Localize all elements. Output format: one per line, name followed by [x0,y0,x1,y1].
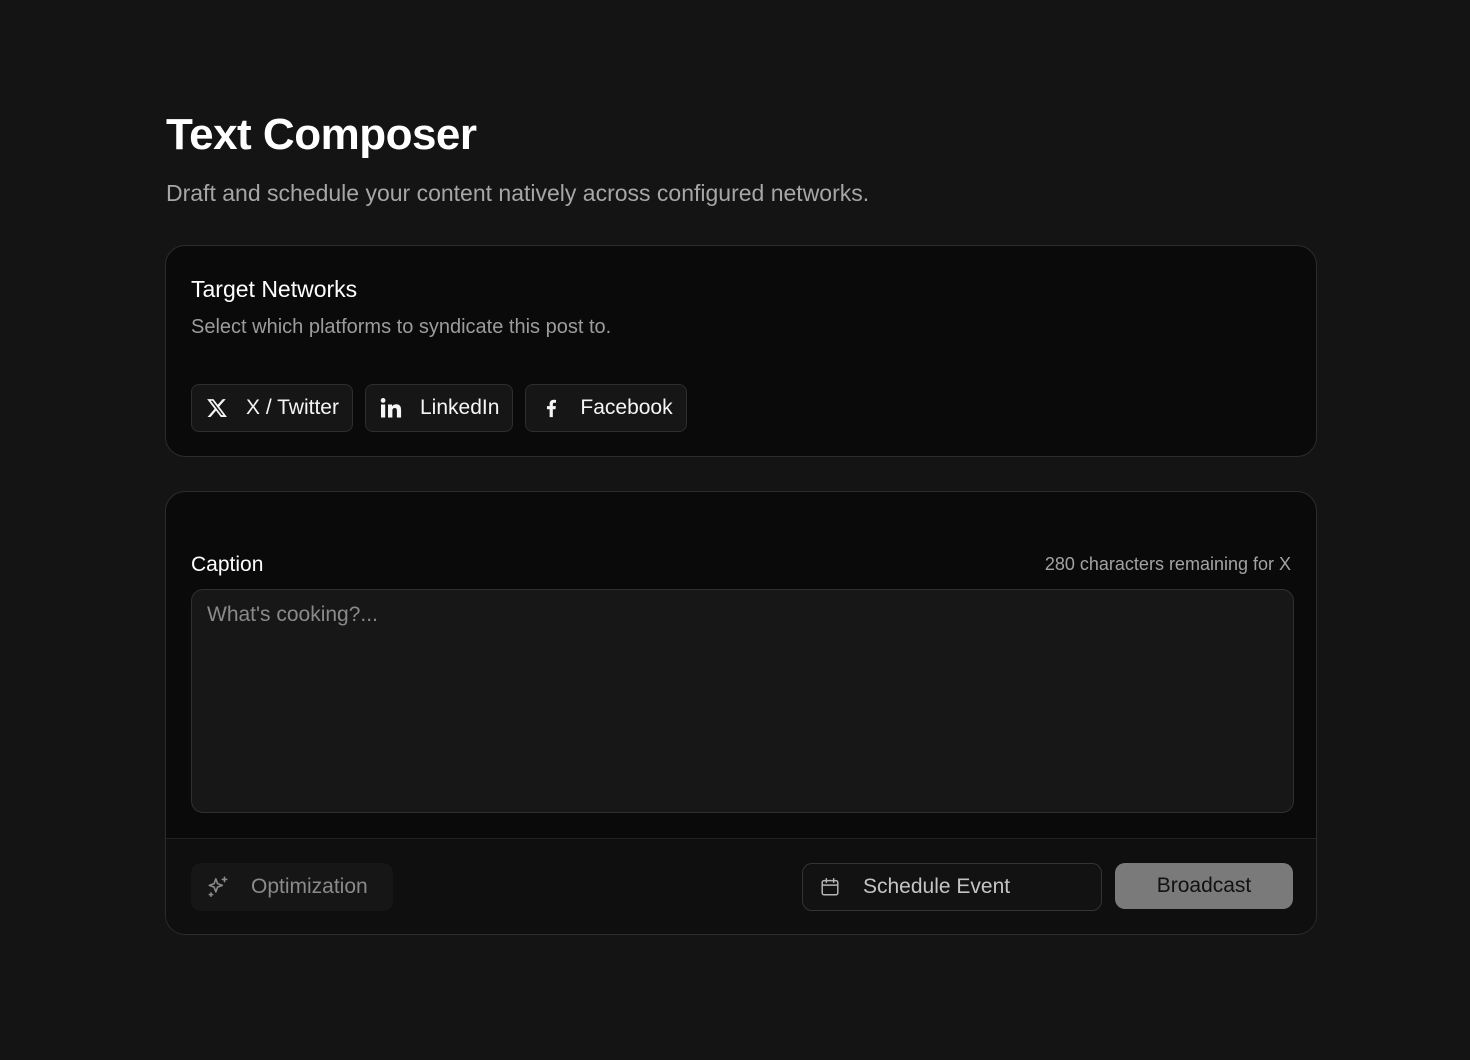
composer-card: Caption 280 characters remaining for X O… [165,491,1317,935]
network-chip-label: LinkedIn [419,396,500,419]
optimization-label: Optimization [251,875,368,898]
schedule-event-button[interactable]: Schedule Event [802,863,1102,911]
text-composer-page: Text Composer Draft and schedule your co… [0,0,1470,1060]
x-twitter-icon [204,395,230,421]
caption-input[interactable] [191,589,1294,813]
network-chip-x-twitter[interactable]: X / Twitter [191,384,353,432]
network-chip-facebook[interactable]: Facebook [525,384,687,432]
broadcast-label: Broadcast [1156,874,1252,897]
page-title: Text Composer [166,110,477,159]
caption-label: Caption [191,553,264,576]
linkedin-icon [378,395,404,421]
page-header: Text Composer Draft and schedule your co… [166,108,869,208]
optimization-button[interactable]: Optimization [191,863,393,911]
network-chip-label: Facebook [580,396,673,419]
target-networks-title: Target Networks [191,276,358,302]
network-chip-list: X / Twitter LinkedIn Facebook [191,384,687,432]
network-chip-label: X / Twitter [246,396,339,419]
calendar-icon [818,875,842,899]
facebook-icon [538,395,564,421]
target-networks-description: Select which platforms to syndicate this… [191,316,612,338]
composer-footer: Optimization Schedule Event Broadcast [166,838,1316,934]
broadcast-button[interactable]: Broadcast [1115,863,1293,909]
network-chip-linkedin[interactable]: LinkedIn [364,384,514,432]
page-subtitle: Draft and schedule your content natively… [166,180,870,206]
sparkles-icon [205,874,231,900]
schedule-event-label: Schedule Event [863,875,1011,898]
target-networks-card: Target Networks Select which platforms t… [165,245,1317,457]
character-count: 280 characters remaining for X [1044,554,1291,574]
